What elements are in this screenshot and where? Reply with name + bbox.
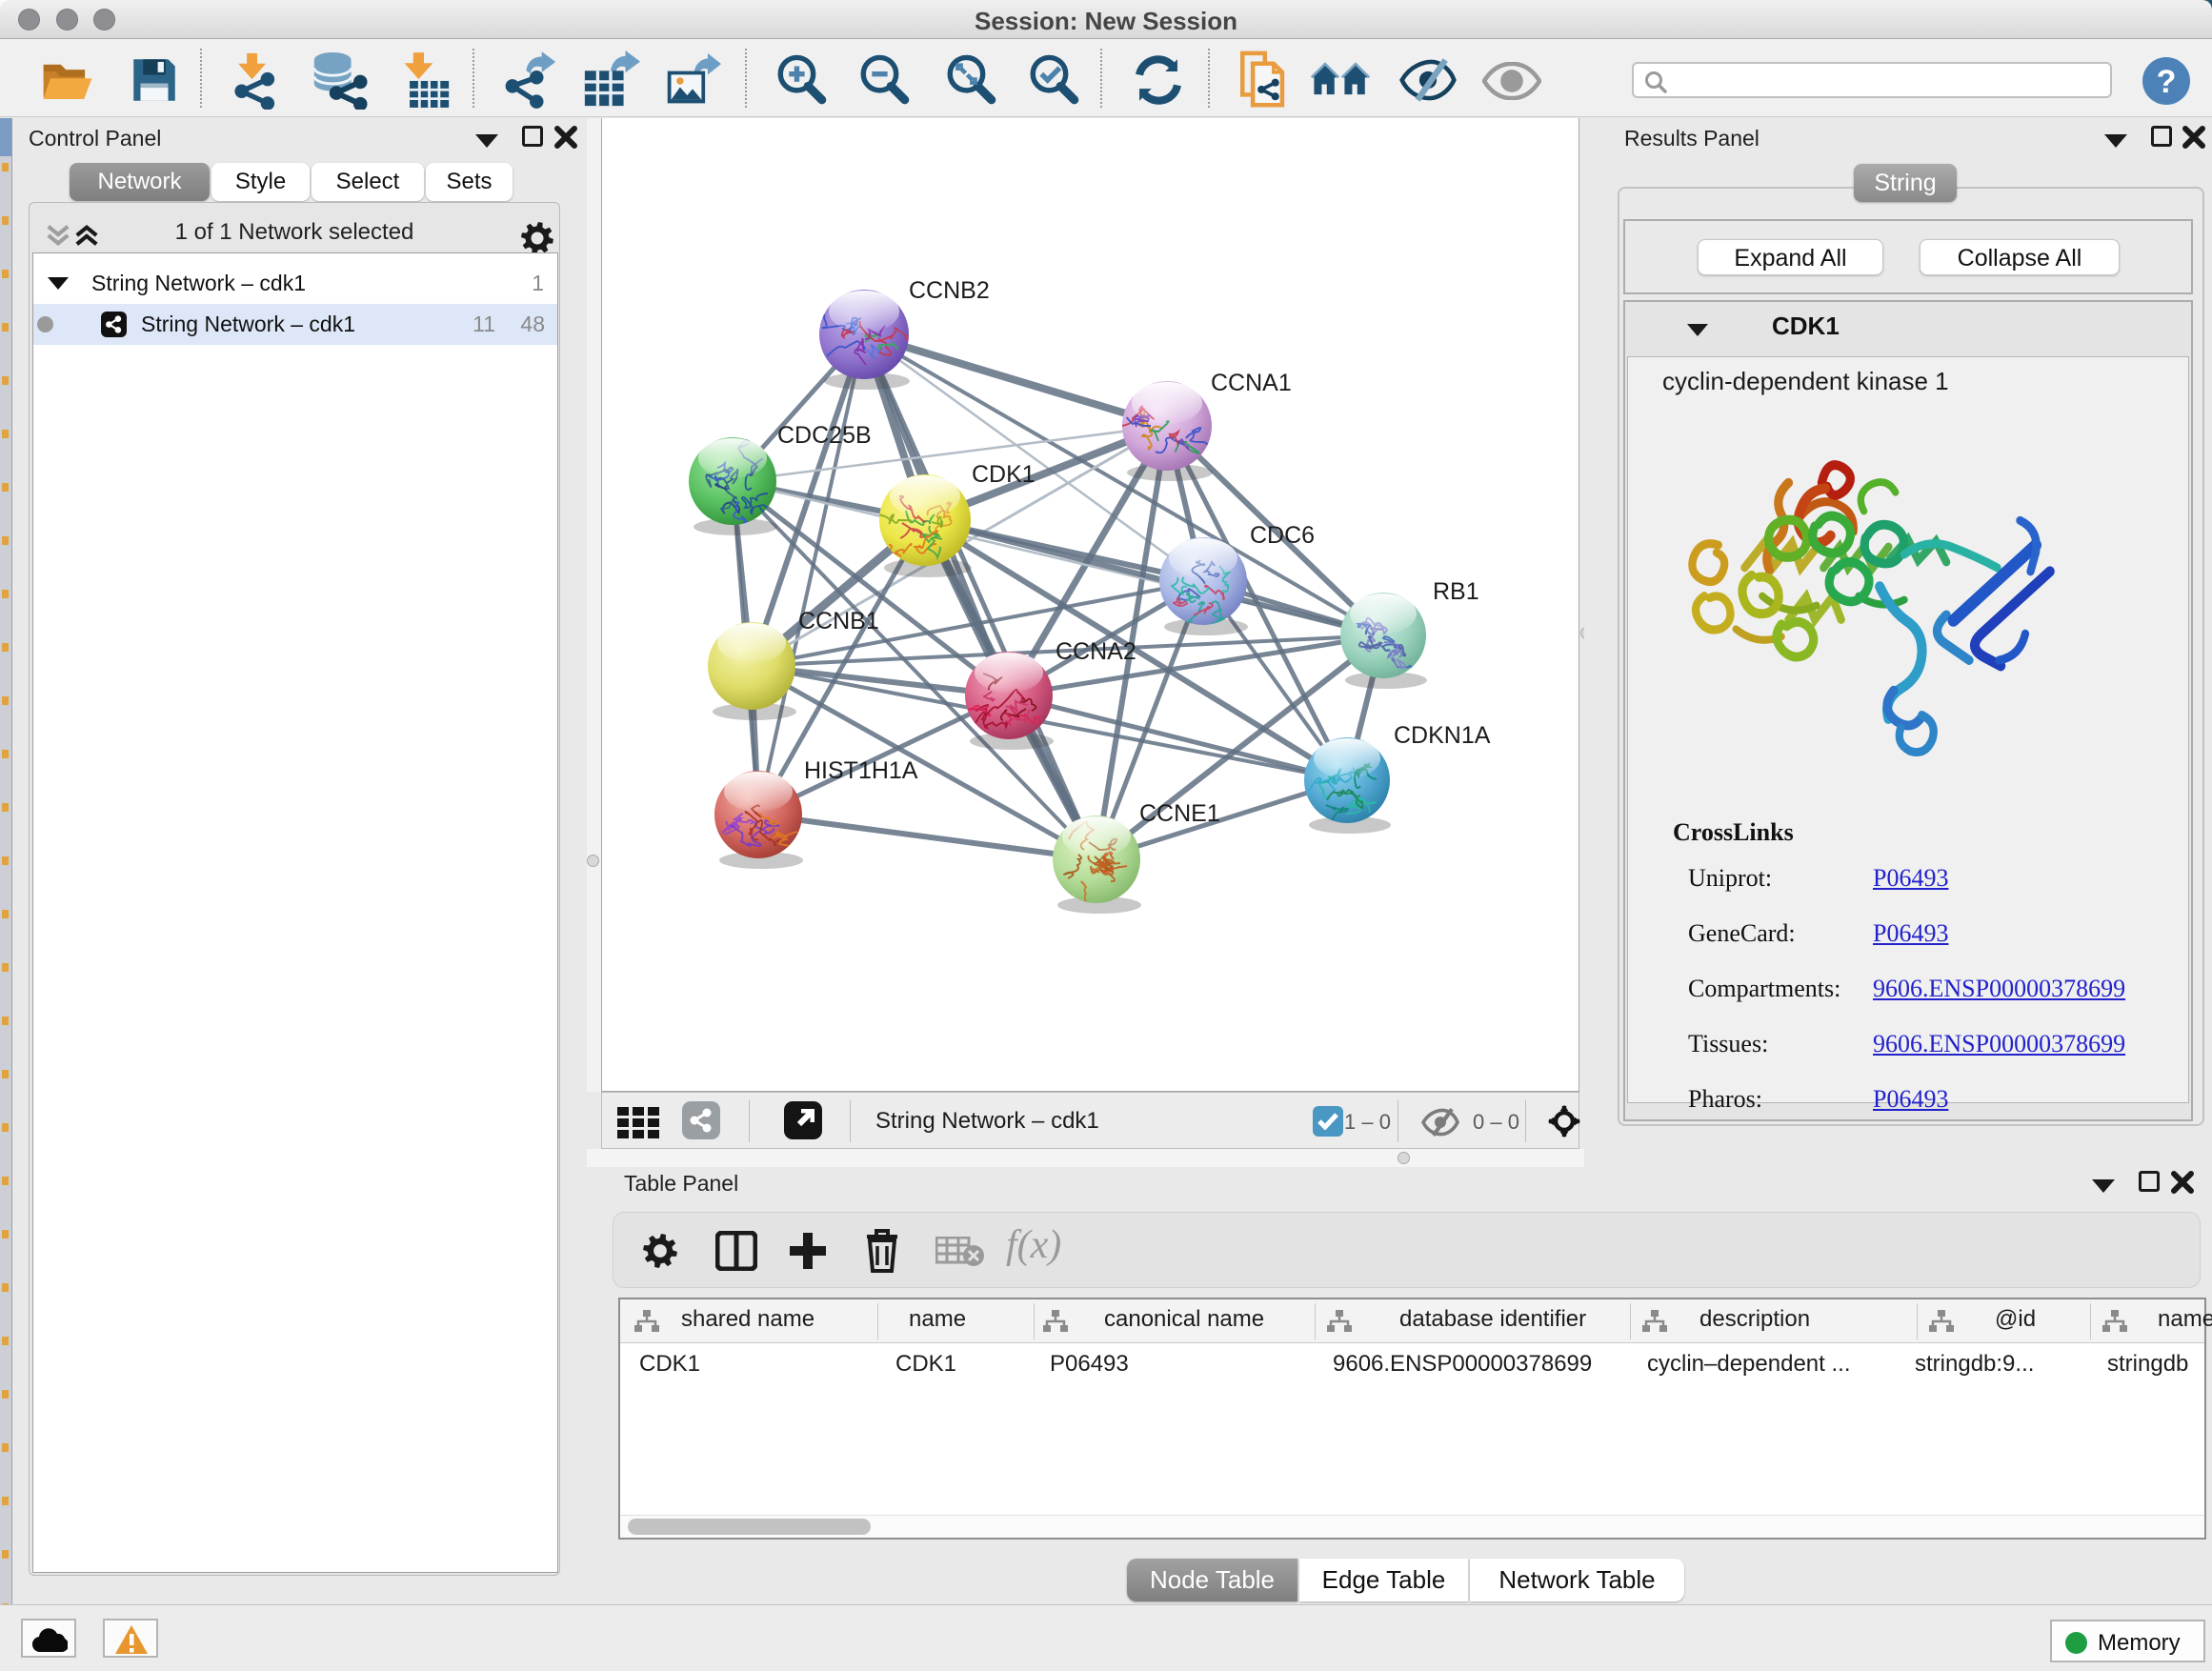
svg-text:CCNA1: CCNA1 [1211, 370, 1292, 396]
svg-text:CDKN1A: CDKN1A [1394, 722, 1491, 749]
svg-text:CDK1: CDK1 [972, 461, 1036, 488]
svg-text:CCNA2: CCNA2 [1056, 638, 1136, 665]
svg-text:CDC6: CDC6 [1250, 522, 1315, 549]
svg-text:HIST1H1A: HIST1H1A [804, 757, 918, 784]
svg-text:CCNE1: CCNE1 [1139, 800, 1220, 827]
svg-text:RB1: RB1 [1433, 578, 1479, 605]
svg-text:CDC25B: CDC25B [777, 422, 872, 449]
svg-text:CCNB1: CCNB1 [798, 608, 879, 634]
svg-text:CCNB2: CCNB2 [909, 277, 990, 304]
svg-text:?: ? [2157, 64, 2177, 100]
